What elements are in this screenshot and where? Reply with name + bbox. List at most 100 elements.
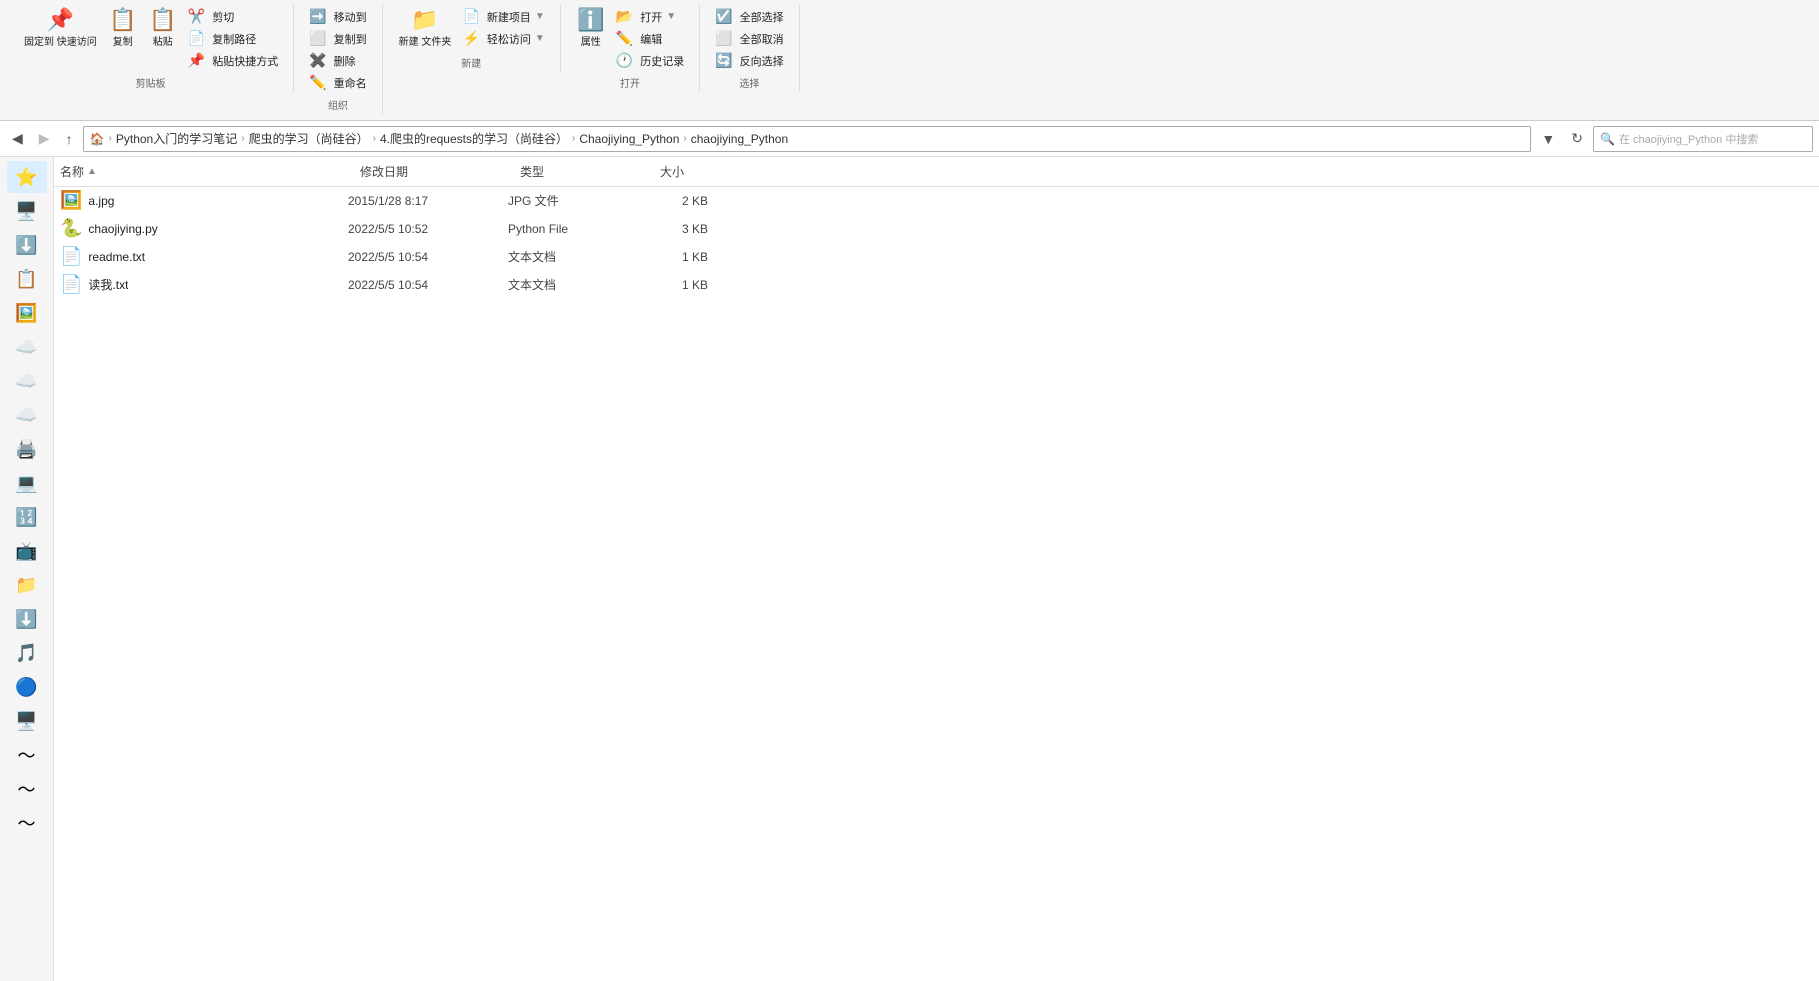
rename-button[interactable]: ✏️ 重命名 — [304, 72, 371, 93]
move-to-button[interactable]: ➡️ 移动到 — [304, 6, 371, 27]
move-icon: ➡️ — [309, 8, 326, 25]
paste-shortcut-button[interactable]: 📌 粘贴快捷方式 — [183, 50, 283, 71]
ribbon-select-group: ☑️ 全部选择 ⬜ 全部取消 🔄 反向选择 选择 — [700, 4, 799, 92]
table-row[interactable]: 📄 readme.txt 2022/5/5 10:54 文本文档 1 KB — [54, 243, 1819, 271]
sidebar-item-quickaccess[interactable]: ⭐ — [7, 161, 47, 193]
sidebar-item-blue[interactable]: 🔵 — [7, 671, 47, 703]
sidebar-item-documents[interactable]: 📋 — [7, 263, 47, 295]
ribbon-organize-group: ➡️ 移动到 ⬜ 复制到 ✖️ 删除 ✏️ 重命名 — [294, 4, 382, 114]
copy-label: 复制 — [113, 33, 133, 48]
deselect-all-button[interactable]: ⬜ 全部取消 — [710, 28, 788, 49]
search-icon: 🔍 — [1600, 132, 1615, 146]
edit-button[interactable]: ✏️ 编辑 — [611, 28, 689, 49]
file-type: Python File — [508, 222, 648, 236]
sidebar-item-downloads[interactable]: ⬇️ — [7, 229, 47, 261]
address-part-4[interactable]: Chaojiying_Python — [579, 132, 679, 146]
file-size: 2 KB — [648, 194, 728, 208]
new-folder-button[interactable]: 📁 新建 文件夹 — [393, 6, 458, 51]
cut-button[interactable]: ✂️ 剪切 — [183, 6, 283, 27]
organize-group-label: 组织 — [304, 93, 371, 112]
properties-button[interactable]: ℹ️ 属性 — [571, 6, 611, 51]
open-icon: 📂 — [616, 8, 633, 25]
sidebar-item-onedrive2[interactable]: ☁️ — [7, 365, 47, 397]
copy-path-icon: 📄 — [188, 30, 205, 47]
column-headers: 名称 ▲ 修改日期 类型 大小 — [54, 157, 1819, 187]
open-small-group: 📂 打开 ▼ ✏️ 编辑 🕐 历史记录 — [611, 6, 689, 71]
refresh-button[interactable]: ↻ — [1565, 126, 1589, 151]
new-small-group: 📄 新建项目 ▼ ⚡ 轻松访问 ▼ — [457, 6, 549, 49]
copy-path-button[interactable]: 📄 复制路径 — [183, 28, 283, 49]
file-list: 🖼️ a.jpg 2015/1/28 8:17 JPG 文件 2 KB 🐍 ch… — [54, 187, 1819, 981]
table-row[interactable]: 🐍 chaojiying.py 2022/5/5 10:52 Python Fi… — [54, 215, 1819, 243]
address-part-5[interactable]: chaojiying_Python — [691, 132, 788, 146]
pin-to-quickaccess-button[interactable]: 📌 固定到 快速访问 — [18, 6, 103, 51]
sidebar-item-pictures[interactable]: 🖼️ — [7, 297, 47, 329]
select-all-icon: ☑️ — [715, 8, 732, 25]
file-size: 1 KB — [648, 278, 728, 292]
sidebar-item-pc[interactable]: 💻 — [7, 467, 47, 499]
properties-icon: ℹ️ — [577, 9, 604, 31]
table-row[interactable]: 🖼️ a.jpg 2015/1/28 8:17 JPG 文件 2 KB — [54, 187, 1819, 215]
explorer-window: 📌 固定到 快速访问 📋 复制 📋 粘贴 ✂️ 剪切 — [0, 0, 1819, 981]
easy-access-button[interactable]: ⚡ 轻松访问 ▼ — [457, 28, 549, 49]
sidebar-item-download2[interactable]: ⬇️ — [7, 603, 47, 635]
delete-button[interactable]: ✖️ 删除 — [304, 50, 371, 71]
clipboard-small-group: ✂️ 剪切 📄 复制路径 📌 粘贴快捷方式 — [183, 6, 283, 71]
ribbon: 📌 固定到 快速访问 📋 复制 📋 粘贴 ✂️ 剪切 — [0, 0, 1819, 121]
file-size: 1 KB — [648, 250, 728, 264]
sidebar-item-onedrive3[interactable]: ☁️ — [7, 399, 47, 431]
paste-label: 粘贴 — [153, 33, 173, 48]
new-item-chevron: ▼ — [535, 11, 545, 22]
history-button[interactable]: 🕐 历史记录 — [611, 50, 689, 71]
file-date: 2022/5/5 10:54 — [348, 250, 508, 264]
paste-button[interactable]: 📋 粘贴 — [143, 6, 183, 51]
sidebar-item-desktop2[interactable]: 🖥️ — [7, 705, 47, 737]
up-button[interactable]: ↑ — [60, 127, 79, 151]
col-header-size[interactable]: 大小 — [654, 161, 734, 182]
file-date: 2022/5/5 10:52 — [348, 222, 508, 236]
sidebar-item-printer[interactable]: 🖨️ — [7, 433, 47, 465]
forward-button[interactable]: ▶ — [33, 126, 56, 151]
invert-selection-button[interactable]: 🔄 反向选择 — [710, 50, 788, 71]
address-part-3[interactable]: 4.爬虫的requests的学习（尚硅谷） — [380, 130, 568, 147]
file-icon: 🐍 — [60, 218, 82, 239]
pin-icon: 📌 — [47, 9, 74, 31]
sidebar-item-calc[interactable]: 🔢 — [7, 501, 47, 533]
sidebar-item-desktop[interactable]: 🖥️ — [7, 195, 47, 227]
sidebar-item-music[interactable]: 🎵 — [7, 637, 47, 669]
copy-icon: 📋 — [109, 9, 136, 31]
file-area: 名称 ▲ 修改日期 类型 大小 🖼️ a.jpg 2015/1/ — [54, 157, 1819, 981]
col-header-date[interactable]: 修改日期 — [354, 161, 514, 182]
file-name: a.jpg — [88, 194, 114, 208]
select-all-button[interactable]: ☑️ 全部选择 — [710, 6, 788, 27]
search-bar[interactable]: 🔍 在 chaojiying_Python 中搜索 — [1593, 126, 1813, 152]
address-part-2[interactable]: 爬虫的学习（尚硅谷） — [249, 130, 369, 147]
sidebar-item-folder[interactable]: 📁 — [7, 569, 47, 601]
pin-label: 固定到 快速访问 — [24, 33, 97, 48]
rename-icon: ✏️ — [309, 74, 326, 91]
address-part-1[interactable]: Python入门的学习笔记 — [116, 130, 237, 147]
back-button[interactable]: ◀ — [6, 126, 29, 151]
sidebar-item-app[interactable]: 📺 — [7, 535, 47, 567]
open-button[interactable]: 📂 打开 ▼ — [611, 6, 689, 27]
file-type: JPG 文件 — [508, 192, 648, 209]
address-home-icon[interactable]: 🏠 — [90, 132, 105, 146]
ribbon-new-group: 📁 新建 文件夹 📄 新建项目 ▼ ⚡ 轻松访问 ▼ 新建 — [383, 4, 561, 72]
col-header-type[interactable]: 类型 — [514, 161, 654, 182]
table-row[interactable]: 📄 读我.txt 2022/5/5 10:54 文本文档 1 KB — [54, 271, 1819, 299]
new-item-button[interactable]: 📄 新建项目 ▼ — [457, 6, 549, 27]
sidebar-item-onedrive1[interactable]: ☁️ — [7, 331, 47, 363]
file-name: chaojiying.py — [88, 222, 157, 236]
sidebar-item-spin1[interactable]: 〜 — [7, 739, 47, 771]
copy-to-button[interactable]: ⬜ 复制到 — [304, 28, 371, 49]
col-header-name[interactable]: 名称 ▲ — [54, 161, 354, 182]
navigation-bar: ◀ ▶ ↑ 🏠 › Python入门的学习笔记 › 爬虫的学习（尚硅谷） › 4… — [0, 121, 1819, 157]
copy-button[interactable]: 📋 复制 — [103, 6, 143, 51]
new-folder-icon: 📁 — [411, 9, 438, 31]
history-icon: 🕐 — [616, 52, 633, 69]
address-bar[interactable]: 🏠 › Python入门的学习笔记 › 爬虫的学习（尚硅谷） › 4.爬虫的re… — [83, 126, 1532, 152]
sidebar-item-spin2[interactable]: 〜 — [7, 773, 47, 805]
file-name: 读我.txt — [88, 276, 128, 293]
sidebar-item-spin3[interactable]: 〜 — [7, 807, 47, 839]
expand-address-button[interactable]: ▼ — [1535, 127, 1561, 151]
